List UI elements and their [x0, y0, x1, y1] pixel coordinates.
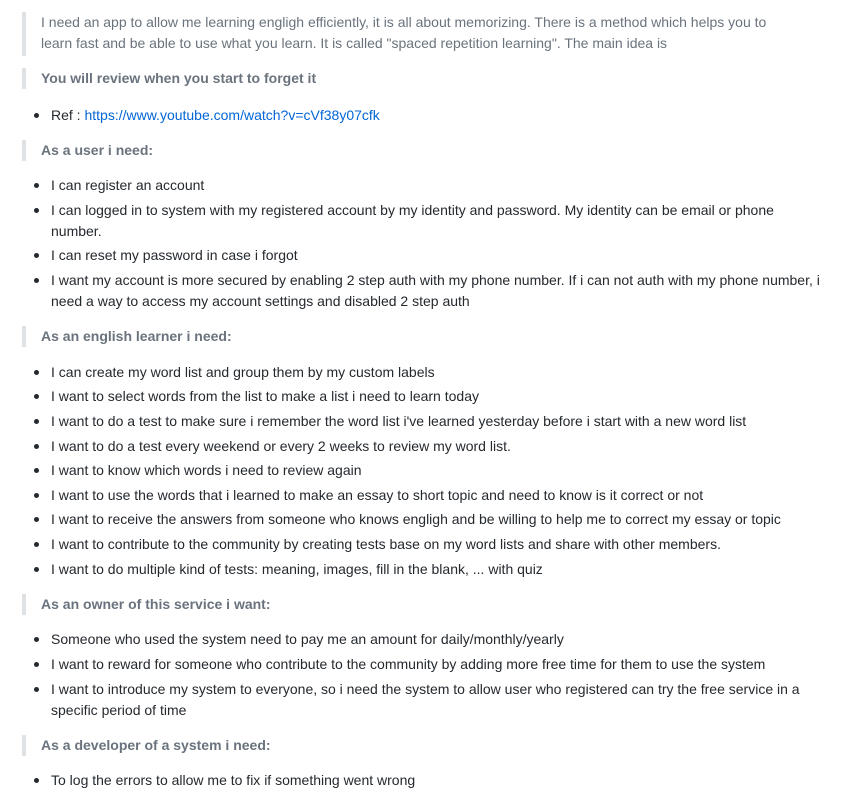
section-heading-owner: As an owner of this service i want:	[22, 594, 801, 615]
list-item: I want to select words from the list to …	[34, 386, 821, 407]
list-item: I want to contribute to the community by…	[34, 534, 821, 555]
list-item: Someone who used the system need to pay …	[34, 629, 821, 650]
list-item: I can create my word list and group them…	[34, 362, 821, 383]
list-item: I can reset my password in case i forgot	[34, 245, 821, 266]
list-item: I want to do a test every weekend or eve…	[34, 436, 821, 457]
list-item: I can register an account	[34, 175, 821, 196]
list-item: I want to know which words i need to rev…	[34, 460, 821, 481]
list-item: I can logged in to system with my regist…	[34, 200, 821, 242]
list-item: I want to use the words that i learned t…	[34, 485, 821, 506]
list-item: To log the errors to allow me to fix if …	[34, 770, 821, 791]
ref-list-item: Ref : https://www.youtube.com/watch?v=cV…	[34, 105, 821, 126]
intro-blockquote: I need an app to allow me learning engli…	[22, 12, 801, 56]
list-item: I want to receive the answers from someo…	[34, 509, 821, 530]
section-heading-developer: As a developer of a system i need:	[22, 735, 801, 756]
list-item: I want my account is more secured by ena…	[34, 270, 821, 312]
principle-heading: You will review when you start to forget…	[22, 68, 801, 89]
list-item: I want to do a test to make sure i remem…	[34, 411, 821, 432]
intro-text: I need an app to allow me learning engli…	[41, 14, 767, 51]
ref-label: Ref :	[51, 107, 85, 123]
ref-link[interactable]: https://www.youtube.com/watch?v=cVf38y07…	[84, 107, 379, 123]
section-heading-user: As a user i need:	[22, 140, 801, 161]
list-item: I want to reward for someone who contrib…	[34, 654, 821, 675]
section-heading-learner: As an english learner i need:	[22, 326, 801, 347]
list-item: I want to do multiple kind of tests: mea…	[34, 559, 821, 580]
list-item: I want to introduce my system to everyon…	[34, 679, 821, 721]
